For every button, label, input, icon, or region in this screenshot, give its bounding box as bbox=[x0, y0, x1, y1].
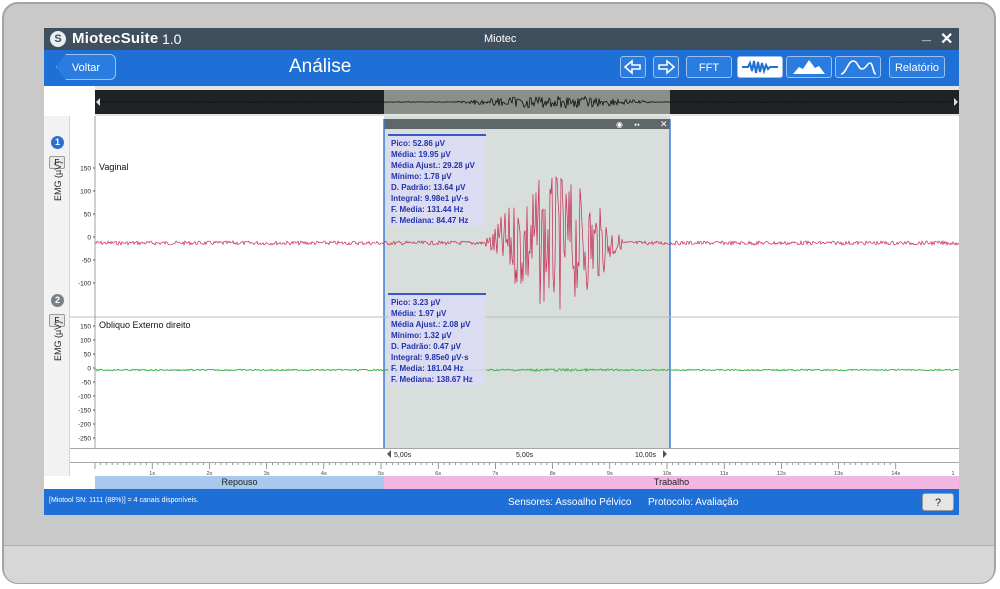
stat-line: D. Padrão: 0.47 µV bbox=[391, 342, 461, 351]
waveform-view-button[interactable] bbox=[737, 56, 783, 78]
ytick-label: 0 bbox=[87, 235, 91, 242]
monitor-chin bbox=[4, 545, 994, 583]
arrow-left-icon bbox=[623, 59, 641, 75]
selection-close-icon[interactable]: ✕ bbox=[660, 120, 668, 130]
stat-line: Integral: 9.98e1 µV·s bbox=[391, 194, 469, 203]
arrow-right-icon bbox=[658, 59, 676, 75]
ytick-label: 100 bbox=[80, 338, 91, 345]
ytick-label: -100 bbox=[78, 281, 91, 288]
ytick-label: 50 bbox=[84, 212, 92, 219]
ytick-label: 100 bbox=[80, 189, 91, 196]
ytick-label: -200 bbox=[78, 422, 91, 429]
stat-line: F. Media: 131.44 Hz bbox=[391, 205, 464, 214]
stat-line: Média Ajust.: 2.08 µV bbox=[391, 320, 471, 329]
ytick-label: -50 bbox=[82, 380, 92, 387]
channel-1-stats-box: Pico: 52.86 µV Média: 19.95 µV Média Ajust… bbox=[388, 134, 486, 226]
toolbar: Voltar Análise FFT Relatório bbox=[44, 50, 959, 86]
waveform-icon bbox=[742, 60, 778, 75]
overview-waveform bbox=[95, 95, 959, 109]
zoom-fit-icon[interactable]: ↔ bbox=[634, 121, 640, 129]
stat-line: Pico: 52.86 µV bbox=[391, 139, 445, 148]
ytick-label: 150 bbox=[80, 324, 91, 331]
channel-2-stats-box: Pico: 3.23 µV Média: 1.97 µV Média Ajust.:… bbox=[388, 293, 486, 385]
ytick-label: -150 bbox=[78, 408, 91, 415]
eye-icon[interactable]: ◉ bbox=[616, 120, 623, 129]
app-version: 1.0 bbox=[162, 31, 182, 47]
envelope-filled-icon bbox=[793, 60, 825, 74]
selection-header bbox=[384, 119, 670, 129]
phase-repouso[interactable]: Repouso bbox=[95, 476, 384, 489]
channel-1-name: Vaginal bbox=[99, 162, 128, 172]
sensors-label: Sensores: Assoalho Pélvico bbox=[508, 497, 632, 508]
miotec-logo-icon: S bbox=[50, 31, 66, 47]
overview-left-handle-icon[interactable] bbox=[96, 98, 100, 106]
stat-line: D. Padrão: 13.64 µV bbox=[391, 183, 466, 192]
selection-start-label: 5,00s bbox=[394, 452, 412, 459]
envelope-view-button[interactable] bbox=[786, 56, 832, 78]
selection-end-label: 10,00s bbox=[635, 452, 657, 459]
close-button[interactable]: ✕ bbox=[940, 29, 953, 49]
stat-line: Integral: 9.85e0 µV·s bbox=[391, 353, 469, 362]
stat-line: Média Ajust.: 29.28 µV bbox=[391, 161, 475, 170]
ytick-label: 150 bbox=[80, 166, 91, 173]
stat-line: Média: 1.97 µV bbox=[391, 309, 447, 318]
arrow-left-button[interactable] bbox=[620, 56, 646, 78]
spectrum-icon bbox=[840, 60, 877, 75]
ytick-label: -100 bbox=[78, 394, 91, 401]
stat-line: F. Mediana: 138.67 Hz bbox=[391, 375, 473, 384]
stat-line: Média: 19.95 µV bbox=[391, 150, 451, 159]
app-name: MiotecSuite bbox=[72, 30, 159, 47]
minimize-button[interactable]: _ bbox=[922, 28, 931, 44]
overview-right-handle-icon[interactable] bbox=[954, 98, 958, 106]
help-button[interactable]: ? bbox=[922, 493, 954, 511]
channel-2-name: Obliquo Externo direito bbox=[99, 320, 191, 330]
stat-line: Mínimo: 1.32 µV bbox=[391, 331, 452, 340]
title-bar: S MiotecSuite 1.0 Miotec _ ✕ bbox=[44, 28, 959, 50]
spectrum-view-button[interactable] bbox=[835, 56, 881, 78]
ytick-label: -50 bbox=[82, 258, 92, 265]
ytick-label: 0 bbox=[87, 366, 91, 373]
stat-line: Pico: 3.23 µV bbox=[391, 298, 441, 307]
selection-mid-label: 5,00s bbox=[516, 452, 534, 459]
ytick-label: 50 bbox=[84, 352, 92, 359]
window-title: Miotec bbox=[484, 33, 517, 45]
stat-line: F. Media: 181.04 Hz bbox=[391, 364, 464, 373]
stat-line: F. Mediana: 84.47 Hz bbox=[391, 216, 469, 225]
device-status: [Miotool SN: 1111 (88%)] = 4 canais disp… bbox=[49, 497, 199, 504]
fft-button[interactable]: FFT bbox=[686, 56, 732, 78]
report-button[interactable]: Relatório bbox=[889, 56, 945, 78]
app-window: S MiotecSuite 1.0 Miotec _ ✕ Voltar Anál… bbox=[44, 28, 959, 515]
ytick-label: -250 bbox=[78, 436, 91, 443]
back-button[interactable]: Voltar bbox=[56, 54, 116, 80]
page-title: Análise bbox=[289, 56, 352, 77]
arrow-right-button[interactable] bbox=[653, 56, 679, 78]
status-bar: [Miotool SN: 1111 (88%)] = 4 canais disp… bbox=[44, 489, 959, 515]
emg-plots[interactable]: ◉ ↔ ✕ 150 100 50 0 -50 -100 150 100 50 0 -50 -100 -… bbox=[44, 116, 959, 476]
protocol-label: Protocolo: Avaliação bbox=[648, 497, 739, 508]
time-ruler: 5,00s 5,00s 10,00s 1s 2s 3s 4s 5s 6s 7s 8s 9s 10s… bbox=[70, 448, 959, 476]
stat-line: Mínimo: 1.78 µV bbox=[391, 172, 452, 181]
phase-trabalho[interactable]: Trabalho bbox=[384, 476, 959, 489]
